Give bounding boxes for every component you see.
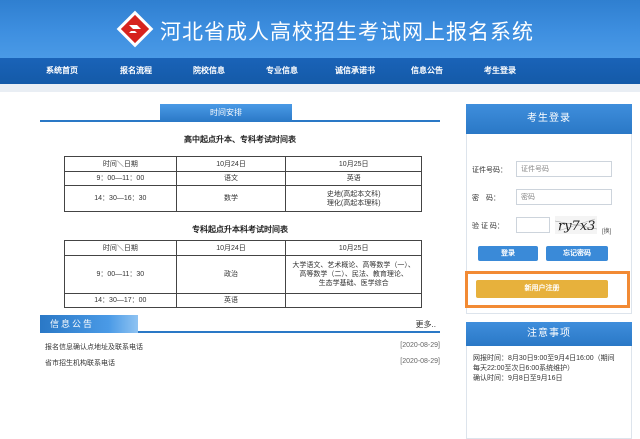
table-header-cell: 10月25日 [285, 240, 422, 256]
table-header-cell: 10月24日 [175, 240, 287, 256]
captcha-label: 验 证 码： [472, 223, 504, 230]
nav-pledge[interactable]: 诚信承诺书 [335, 58, 375, 84]
table1-title: 高中起点升本、专科考试时间表 [184, 135, 296, 144]
logo-icon [116, 10, 154, 48]
table-header-cell: 时间＼日期 [64, 156, 177, 172]
table-cell-line: 理化(高起本理科) [326, 199, 381, 207]
more-link[interactable]: 更多.. [416, 319, 436, 330]
table-cell-line: 高等数学（二）、民法、教育理论、 [299, 271, 408, 278]
table-cell: 14：30—16：30 [64, 185, 177, 212]
login-title: 考生登录 [466, 104, 632, 134]
table-cell: 语文 [175, 171, 287, 186]
id-number-input[interactable] [516, 161, 612, 177]
table-cell: 政治 [175, 255, 287, 294]
notes-line: 每天22:00至次日6:00系统维护） [473, 365, 575, 372]
news-title[interactable]: 省市招生机构联系电话 [45, 360, 115, 367]
nav-notices[interactable]: 信息公告 [411, 58, 443, 84]
table-row: 14：30—16：30 数学 史地(高起本文科) 理化(高起本理科) [64, 185, 422, 212]
table-cell-line: 生态学基础、医学综合 [318, 280, 389, 287]
table-cell: 9：00—11：30 [64, 255, 177, 294]
captcha-text: ry7x3 [558, 219, 595, 234]
nav-login[interactable]: 考生登录 [484, 58, 516, 84]
notice-title: 信息公告 [40, 315, 138, 333]
table-cell-line: 大学语文、艺术概论、高等数学（一）、 [292, 262, 415, 269]
table-row: 时间＼日期 10月24日 10月25日 [64, 240, 422, 256]
table-header-cell: 10月25日 [285, 156, 422, 172]
password-label: 密 码： [472, 195, 500, 202]
nav-process[interactable]: 报名流程 [120, 58, 152, 84]
main-nav: 系统首页 报名流程 院校信息 专业信息 诚信承诺书 信息公告 考生登录 [0, 58, 640, 84]
table-header-cell: 10月24日 [175, 156, 287, 172]
table-cell: 14：30—17：00 [64, 293, 177, 308]
list-item[interactable]: 省市招生机构联系电话 [2020-08-29] [45, 358, 440, 370]
table-cell-line: 史地(高起本文科) [326, 190, 381, 198]
nav-home[interactable]: 系统首页 [46, 58, 78, 84]
table-cell: 英语 [175, 293, 287, 308]
tab-schedule[interactable]: 时间安排 [160, 104, 292, 122]
captcha-input[interactable] [516, 217, 550, 233]
notes-title: 注意事项 [466, 322, 632, 346]
captcha-refresh-link[interactable]: [换] [602, 226, 611, 235]
table-cell: 数学 [175, 185, 287, 212]
table2-title: 专科起点升本科考试时间表 [192, 225, 288, 234]
nav-majors[interactable]: 专业信息 [266, 58, 298, 84]
id-label: 证件号码： [472, 167, 507, 174]
captcha-image[interactable]: ry7x3 [555, 216, 597, 234]
site-title: 河北省成人高校招生考试网上报名系统 [160, 21, 534, 44]
list-item[interactable]: 报名信息确认点地址及联系电话 [2020-08-29] [45, 342, 440, 354]
nav-schools[interactable]: 院校信息 [193, 58, 225, 84]
table2: 时间＼日期 10月24日 10月25日 9：00—11：30 政治 大学语文、艺… [64, 240, 422, 308]
news-date: [2020-08-29] [400, 358, 440, 365]
news-date: [2020-08-29] [400, 342, 440, 349]
table-cell: 史地(高起本文科) 理化(高起本理科) [285, 185, 422, 212]
table-cell: 9：00—11：00 [64, 171, 177, 186]
news-title[interactable]: 报名信息确认点地址及联系电话 [45, 344, 143, 351]
table-cell: 英语 [285, 171, 422, 186]
notes-line: 确认时间：9月8日至9月16日 [473, 375, 563, 382]
table-cell: 大学语文、艺术概论、高等数学（一）、 高等数学（二）、民法、教育理论、 生态学基… [285, 255, 422, 294]
table-cell [285, 293, 422, 308]
table-row: 时间＼日期 10月24日 10月25日 [64, 156, 422, 172]
highlight-box [465, 271, 630, 308]
notice-header: 信息公告 更多.. [40, 315, 440, 333]
password-input[interactable] [516, 189, 612, 205]
notes-panel: 网报时间：8月30日9:00至9月4日16:00（期间 每天22:00至次日6:… [466, 346, 632, 439]
site-header: 河北省成人高校招生考试网上报名系统 [0, 0, 640, 58]
table-row: 14：30—17：00 英语 [64, 293, 422, 308]
table-row: 9：00—11：30 政治 大学语文、艺术概论、高等数学（一）、 高等数学（二）… [64, 255, 422, 294]
table-header-cell: 时间＼日期 [64, 240, 177, 256]
table1: 时间＼日期 10月24日 10月25日 9：00—11：00 语文 英语 14：… [64, 156, 422, 212]
header-band [0, 84, 640, 92]
forgot-password-button[interactable]: 忘记密码 [546, 246, 608, 261]
table-row: 9：00—11：00 语文 英语 [64, 171, 422, 186]
notes-line: 网报时间：8月30日9:00至9月4日16:00（期间 [473, 355, 615, 362]
login-button[interactable]: 登录 [478, 246, 538, 261]
